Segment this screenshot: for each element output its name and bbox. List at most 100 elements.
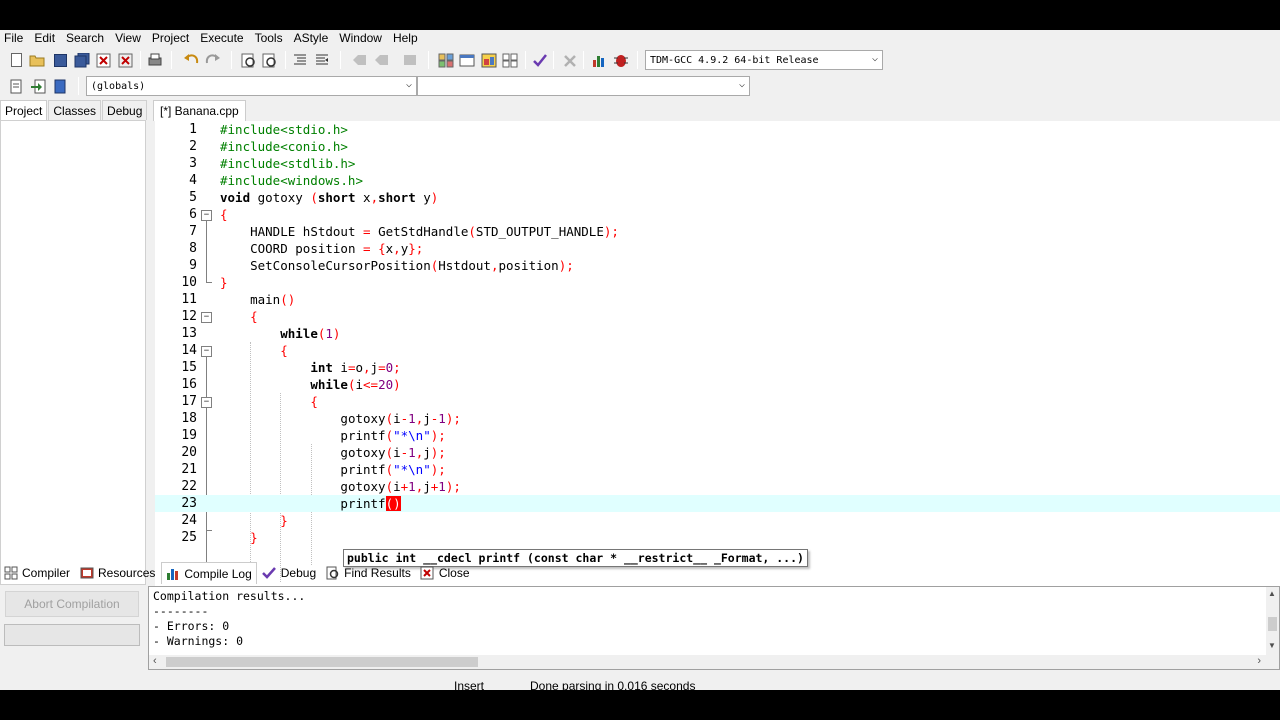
open-file-icon[interactable] bbox=[27, 50, 47, 70]
menu-search[interactable]: Search bbox=[62, 31, 111, 45]
menu-help[interactable]: Help bbox=[389, 31, 425, 45]
tab-close[interactable]: Close bbox=[417, 562, 474, 584]
menu-edit[interactable]: Edit bbox=[30, 31, 62, 45]
toggle-comment-icon[interactable] bbox=[28, 76, 48, 96]
window-icon[interactable] bbox=[457, 50, 477, 70]
code-line[interactable]: 8 COORD position = {x,y}; bbox=[155, 240, 1280, 257]
log-horizontal-scrollbar[interactable]: ‹ › bbox=[149, 655, 1279, 669]
code-line[interactable]: 17− { bbox=[155, 393, 1280, 410]
log-line: -------- bbox=[153, 604, 209, 618]
toolbar-separator bbox=[583, 51, 584, 69]
member-select[interactable]: ⌵ bbox=[417, 76, 750, 96]
print-icon[interactable] bbox=[145, 50, 165, 70]
code-line[interactable]: 9 SetConsoleCursorPosition(Hstdout,posit… bbox=[155, 257, 1280, 274]
replace-icon[interactable] bbox=[260, 50, 280, 70]
stop-execution-icon[interactable] bbox=[560, 50, 580, 70]
menu-astyle[interactable]: AStyle bbox=[290, 31, 336, 45]
project-tree[interactable] bbox=[0, 120, 146, 585]
code-line[interactable]: 14− { bbox=[155, 342, 1280, 359]
save-icon[interactable] bbox=[50, 50, 70, 70]
save-all-icon[interactable] bbox=[72, 50, 92, 70]
close-file-icon[interactable] bbox=[94, 50, 114, 70]
code-line[interactable]: 25 } bbox=[155, 529, 1280, 546]
code-line[interactable]: 16 while(i<=20) bbox=[155, 376, 1280, 393]
menu-view[interactable]: View bbox=[111, 31, 148, 45]
fold-toggle-icon[interactable]: − bbox=[201, 312, 212, 323]
editor-tab-banana[interactable]: [*] Banana.cpp bbox=[153, 100, 246, 121]
profile-chart-icon[interactable] bbox=[589, 50, 609, 70]
new-file-icon[interactable] bbox=[6, 50, 26, 70]
code-line[interactable]: 10} bbox=[155, 274, 1280, 291]
menu-file[interactable]: File bbox=[0, 31, 30, 45]
tab-resources[interactable]: Resources bbox=[76, 562, 159, 584]
indent-icon[interactable] bbox=[290, 50, 310, 70]
fold-toggle-icon[interactable]: − bbox=[201, 210, 212, 221]
debug-check-icon bbox=[262, 566, 277, 580]
scroll-thumb[interactable] bbox=[1268, 617, 1277, 631]
menu-execute[interactable]: Execute bbox=[196, 31, 250, 45]
scroll-left-icon[interactable]: ‹ bbox=[153, 655, 157, 667]
goto-bookmark-icon[interactable] bbox=[372, 50, 392, 70]
tab-find-results[interactable]: Find Results bbox=[322, 562, 415, 584]
toolbar-separator bbox=[340, 51, 341, 69]
unindent-icon[interactable] bbox=[312, 50, 332, 70]
code-line[interactable]: 5 void gotoxy (short x,short y) bbox=[155, 189, 1280, 206]
tab-compiler[interactable]: Compiler bbox=[0, 562, 74, 584]
code-line[interactable]: 12− { bbox=[155, 308, 1280, 325]
scroll-down-icon[interactable]: ▼ bbox=[1268, 641, 1276, 650]
menu-project[interactable]: Project bbox=[148, 31, 196, 45]
code-line[interactable]: 23 printf() bbox=[155, 495, 1280, 512]
code-line[interactable]: 1 #include<stdio.h> bbox=[155, 121, 1280, 138]
toggle-bookmark-icon[interactable] bbox=[350, 50, 370, 70]
fold-toggle-icon[interactable]: − bbox=[201, 346, 212, 357]
compile-log-panel[interactable]: Compilation results... -------- - Errors: … bbox=[148, 586, 1280, 670]
debug-bug-icon[interactable] bbox=[611, 50, 631, 70]
menu-tools[interactable]: Tools bbox=[251, 31, 290, 45]
tab-debug[interactable]: Debug bbox=[102, 100, 148, 120]
code-line[interactable]: 19 printf("*\n"); bbox=[155, 427, 1280, 444]
code-line[interactable]: 7 HANDLE hStdout = GetStdHandle(STD_OUTP… bbox=[155, 223, 1280, 240]
compile-check-icon[interactable] bbox=[530, 50, 550, 70]
line-number: 12 bbox=[181, 309, 197, 324]
project-new-icon[interactable] bbox=[436, 50, 456, 70]
tab-debug-output[interactable]: Debug bbox=[259, 562, 320, 584]
insert-icon[interactable] bbox=[6, 76, 26, 96]
code-line[interactable]: 11 main() bbox=[155, 291, 1280, 308]
code-line[interactable]: 3 #include<stdlib.h> bbox=[155, 155, 1280, 172]
code-line[interactable]: 2 #include<conio.h> bbox=[155, 138, 1280, 155]
tab-project[interactable]: Project bbox=[0, 100, 48, 121]
goto-line-icon[interactable] bbox=[400, 50, 420, 70]
scope-select[interactable]: (globals) ⌵ bbox=[86, 76, 417, 96]
redo-icon[interactable] bbox=[203, 50, 223, 70]
code-line[interactable]: 6−{ bbox=[155, 206, 1280, 223]
find-icon[interactable] bbox=[239, 50, 259, 70]
code-line[interactable]: 4 #include<windows.h> bbox=[155, 172, 1280, 189]
abort-compilation-button[interactable]: Abort Compilation bbox=[5, 591, 139, 617]
scroll-thumb[interactable] bbox=[166, 657, 478, 667]
code-line[interactable]: 21 printf("*\n"); bbox=[155, 461, 1280, 478]
bookmark-icon[interactable] bbox=[50, 76, 70, 96]
compiler-select-value: TDM-GCC 4.9.2 64-bit Release bbox=[650, 54, 819, 66]
tab-close-label: Close bbox=[438, 566, 470, 580]
fold-toggle-icon[interactable]: − bbox=[201, 397, 212, 408]
grid-icon[interactable] bbox=[500, 50, 520, 70]
class-browser-icon[interactable] bbox=[479, 50, 499, 70]
undo-icon[interactable] bbox=[181, 50, 201, 70]
code-line[interactable]: 24 } bbox=[155, 512, 1280, 529]
tab-classes[interactable]: Classes bbox=[48, 100, 102, 120]
code-editor[interactable]: 1 #include<stdio.h> 2 #include<conio.h> 3 #in… bbox=[155, 121, 1280, 586]
scroll-right-icon[interactable]: › bbox=[1257, 655, 1261, 667]
compiler-select[interactable]: TDM-GCC 4.9.2 64-bit Release ⌵ bbox=[645, 50, 883, 70]
code-line[interactable]: 22 gotoxy(i+1,j+1); bbox=[155, 478, 1280, 495]
toolbar-separator bbox=[171, 51, 172, 69]
log-vertical-scrollbar[interactable]: ▲ ▼ bbox=[1266, 587, 1279, 655]
code-line[interactable]: 18 gotoxy(i-1,j-1); bbox=[155, 410, 1280, 427]
close-all-icon[interactable] bbox=[116, 50, 136, 70]
code-line[interactable]: 13 while(1) bbox=[155, 325, 1280, 342]
scroll-up-icon[interactable]: ▲ bbox=[1268, 589, 1276, 598]
menu-window[interactable]: Window bbox=[335, 31, 389, 45]
main-toolbar: TDM-GCC 4.9.2 64-bit Release ⌵ bbox=[0, 47, 1280, 73]
tab-compile-log[interactable]: Compile Log bbox=[161, 562, 257, 584]
code-line[interactable]: 20 gotoxy(i-1,j); bbox=[155, 444, 1280, 461]
code-line[interactable]: 15 int i=o,j=0; bbox=[155, 359, 1280, 376]
